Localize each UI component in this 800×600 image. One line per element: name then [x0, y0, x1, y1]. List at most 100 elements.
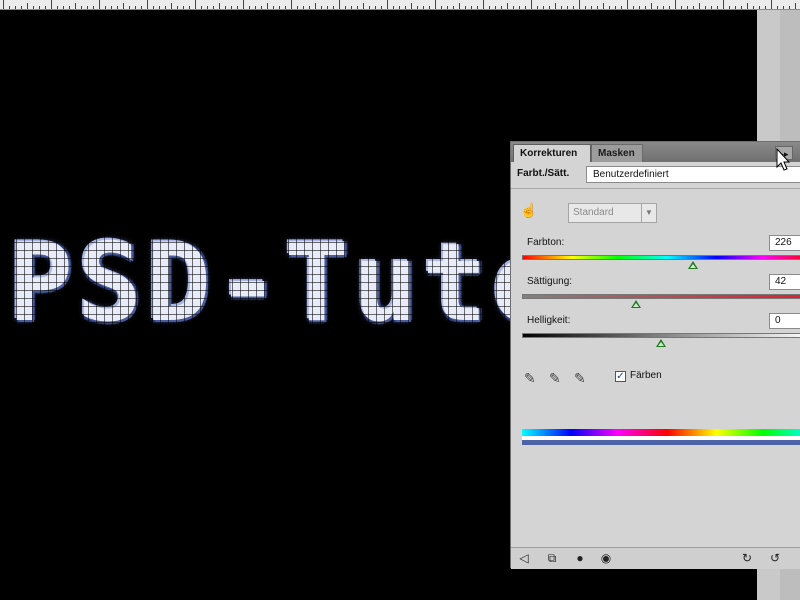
ruler-tick: [783, 6, 784, 9]
ruler-tick: [327, 6, 328, 9]
ruler-tick: [369, 6, 370, 9]
ruler-tick: [309, 6, 310, 9]
ruler-tick: [513, 6, 514, 9]
ruler-tick: [213, 6, 214, 9]
eye-icon[interactable]: ◉: [598, 551, 614, 566]
ruler-tick: [147, 0, 148, 9]
view-previous-state-icon[interactable]: ↻: [739, 551, 755, 566]
ruler-tick: [435, 0, 436, 9]
ruler-tick: [459, 3, 460, 9]
ruler-tick: [765, 6, 766, 9]
ruler-tick: [633, 6, 634, 9]
ruler-tick: [429, 6, 430, 9]
saturation-slider-track[interactable]: [522, 294, 800, 299]
ruler-tick: [627, 0, 628, 9]
top-ruler: [0, 0, 800, 10]
ruler-tick: [753, 6, 754, 9]
range-value: Standard: [573, 207, 614, 218]
ruler-tick: [699, 3, 700, 9]
ruler-tick: [549, 6, 550, 9]
ruler-tick: [609, 6, 610, 9]
eyedropper-add-icon[interactable]: ✎: [549, 370, 565, 388]
ruler-tick: [669, 6, 670, 9]
ruler-tick: [615, 6, 616, 9]
ruler-tick: [69, 6, 70, 9]
ruler-tick: [525, 6, 526, 9]
ruler-tick: [123, 3, 124, 9]
eyedropper-icon[interactable]: ✎: [524, 370, 540, 388]
ruler-tick: [243, 0, 244, 9]
ruler-tick: [453, 6, 454, 9]
ruler-tick: [483, 0, 484, 9]
ruler-tick: [99, 0, 100, 9]
ruler-tick: [789, 6, 790, 9]
hue-value-input[interactable]: 226: [769, 235, 800, 251]
ruler-tick: [315, 3, 316, 9]
colorize-checkbox[interactable]: ✓: [615, 371, 626, 382]
ruler-tick: [417, 6, 418, 9]
ruler-tick: [723, 0, 724, 9]
ruler-tick: [519, 6, 520, 9]
lightness-label: Helligkeit:: [527, 315, 571, 326]
ruler-tick: [249, 6, 250, 9]
ruler-tick: [477, 6, 478, 9]
ruler-tick: [285, 6, 286, 9]
ruler-tick: [351, 6, 352, 9]
lightness-value-input[interactable]: 0: [769, 313, 800, 329]
input-spectrum-bar: [522, 429, 800, 436]
chevron-down-icon: ▼: [641, 204, 656, 222]
ruler-tick: [273, 6, 274, 9]
reset-icon[interactable]: ↺: [767, 551, 783, 566]
hue-slider-thumb[interactable]: [687, 261, 698, 269]
ruler-tick: [531, 0, 532, 9]
ruler-tick: [585, 6, 586, 9]
ruler-tick: [267, 3, 268, 9]
ruler-tick: [45, 6, 46, 9]
targeted-adjustment-hand-icon[interactable]: ☝: [520, 202, 540, 220]
ruler-tick: [651, 3, 652, 9]
ruler-tick: [57, 6, 58, 9]
eyedropper-subtract-icon[interactable]: ✎: [574, 370, 590, 388]
lightness-slider-track[interactable]: [522, 333, 800, 338]
range-dropdown[interactable]: Standard ▼: [568, 203, 657, 223]
saturation-value-input[interactable]: 42: [769, 274, 800, 290]
back-arrow-icon[interactable]: ◁: [516, 551, 532, 566]
ruler-tick: [621, 6, 622, 9]
ruler-tick: [663, 6, 664, 9]
ruler-tick: [111, 6, 112, 9]
lightness-slider-thumb[interactable]: [656, 339, 666, 347]
ruler-tick: [225, 6, 226, 9]
colorize-label: Färben: [630, 370, 662, 381]
ruler-tick: [729, 6, 730, 9]
ruler-tick: [657, 6, 658, 9]
ruler-tick: [189, 6, 190, 9]
ruler-tick: [711, 6, 712, 9]
saturation-slider-thumb[interactable]: [630, 300, 641, 308]
ruler-tick: [27, 3, 28, 9]
hue-slider-track[interactable]: [522, 255, 800, 260]
ruler-tick: [705, 6, 706, 9]
ruler-tick: [177, 6, 178, 9]
tab-masken[interactable]: Masken: [591, 144, 643, 162]
ruler-tick: [297, 6, 298, 9]
ruler-tick: [579, 0, 580, 9]
saturation-label: Sättigung:: [527, 276, 573, 287]
tab-korrekturen[interactable]: Korrekturen: [513, 144, 591, 162]
ruler-tick: [465, 6, 466, 9]
ruler-tick: [537, 6, 538, 9]
ruler-tick: [165, 6, 166, 9]
preset-dropdown[interactable]: Benutzerdefiniert: [586, 166, 800, 183]
ruler-tick: [693, 6, 694, 9]
ruler-tick: [129, 6, 130, 9]
ruler-tick: [771, 0, 772, 9]
layer-visibility-toggle-icon[interactable]: ●: [572, 551, 588, 566]
ruler-tick: [117, 6, 118, 9]
ruler-tick: [237, 6, 238, 9]
clip-to-layer-icon[interactable]: ⧉: [544, 551, 560, 566]
ruler-tick: [219, 3, 220, 9]
ruler-tick: [687, 6, 688, 9]
ruler-tick: [777, 6, 778, 9]
ruler-tick: [255, 6, 256, 9]
ruler-tick: [393, 6, 394, 9]
ruler-tick: [105, 6, 106, 9]
